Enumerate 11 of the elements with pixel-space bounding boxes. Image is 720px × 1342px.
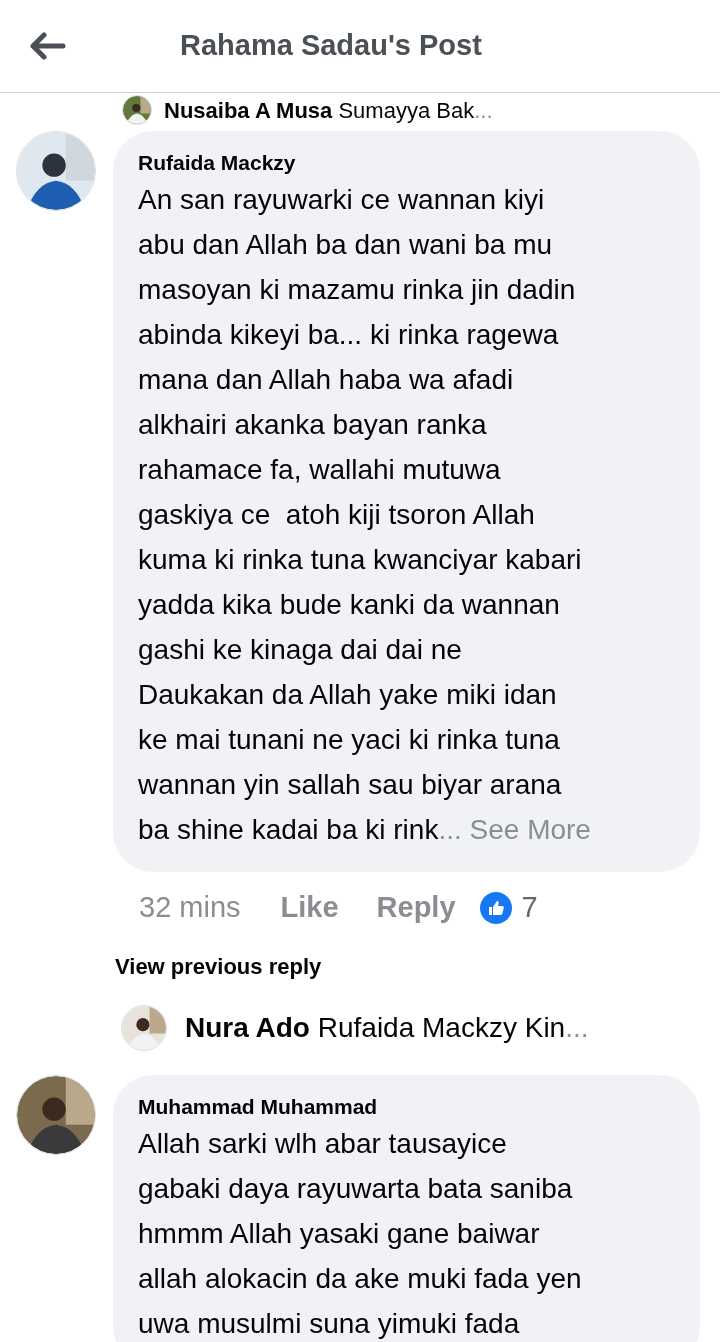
thumbs-up-icon — [479, 892, 512, 924]
reply-preview[interactable]: Nura Ado Rufaida Mackzy Kin... — [185, 1007, 589, 1049]
reply-preview[interactable]: Nusaiba A Musa Sumayya Bak... — [164, 93, 493, 127]
view-previous-reply-link[interactable]: View previous reply — [115, 950, 322, 983]
comment-text: An san rayuwarki ce wannan kiyi abu dan Allah ba dan wani ba mu masoyan ki mazamu rinka jin dadin abinda kikeyi ba... ki rinka ragewa mana dan Allah haba wa afadi alkhairi akanka bayan ranka rahamace fa, wallahi mutuwa gaskiya ce atoh kiji tsoron Allah kuma ki rinka tuna kwanciyar kabari yadda kika bude kanki da wannan gashi ke kinaga dai dai ne Daukakan da Allah yake miki idan ke mai tunani ne yaci ki rinka tuna wannan yin sallah sau biyar arana ba shine kadai ba ki rink... See More — [138, 183, 592, 847]
comment-author[interactable]: Muhammad Muhammad — [138, 1093, 378, 1121]
comment-author[interactable]: Rufaida Mackzy — [138, 149, 296, 177]
comment-time: 32 mins — [139, 890, 241, 926]
reaction-count: 7 — [521, 890, 538, 926]
page-title: Rahama Sadau's Post — [180, 28, 482, 64]
comment-text: Allah sarki wlh abar tausayice gabaki daya rayuwarta bata saniba hmmm Allah yasaki gane baiwar allah alokacin da ake muki fada yen uwa musulmi suna yimuki fada — [138, 1127, 583, 1341]
